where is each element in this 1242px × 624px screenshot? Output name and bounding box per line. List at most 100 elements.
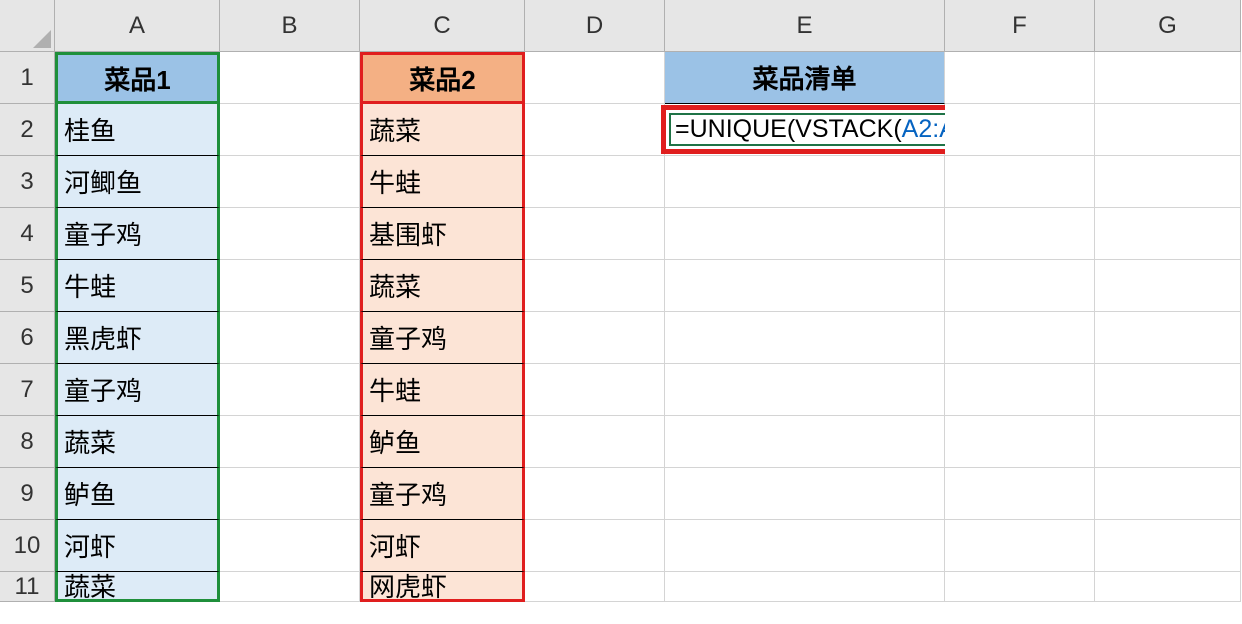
cell-C3[interactable]: 牛蛙 [360, 156, 525, 208]
cell-E9[interactable] [665, 468, 945, 520]
cell-E7[interactable] [665, 364, 945, 416]
colhead-C[interactable]: C [360, 0, 525, 52]
cell-D1[interactable] [525, 52, 665, 104]
cell-D3[interactable] [525, 156, 665, 208]
cell-A6[interactable]: 黑虎虾 [55, 312, 220, 364]
cell-G7[interactable] [1095, 364, 1241, 416]
cell-A1-header[interactable]: 菜品1 [55, 52, 220, 104]
cell-F7[interactable] [945, 364, 1095, 416]
cell-G4[interactable] [1095, 208, 1241, 260]
cell-D2[interactable] [525, 104, 665, 156]
cell-D10[interactable] [525, 520, 665, 572]
cell-F11[interactable] [945, 572, 1095, 602]
colhead-A[interactable]: A [55, 0, 220, 52]
formula-equals: = [675, 115, 690, 144]
cell-A4[interactable]: 童子鸡 [55, 208, 220, 260]
cell-F5[interactable] [945, 260, 1095, 312]
cell-E2-formula[interactable]: =UNIQUE(VSTACK(A2:A11,C2:C11)) [665, 104, 945, 156]
cell-E8[interactable] [665, 416, 945, 468]
cell-A7[interactable]: 童子鸡 [55, 364, 220, 416]
select-all-corner[interactable] [0, 0, 55, 52]
cell-F2[interactable] [945, 104, 1095, 156]
rowhead-2[interactable]: 2 [0, 104, 55, 156]
cell-E10[interactable] [665, 520, 945, 572]
cell-A2[interactable]: 桂鱼 [55, 104, 220, 156]
cell-E1-header[interactable]: 菜品清单 [665, 52, 945, 104]
cell-D5[interactable] [525, 260, 665, 312]
cell-F8[interactable] [945, 416, 1095, 468]
cell-E3[interactable] [665, 156, 945, 208]
cell-C9[interactable]: 童子鸡 [360, 468, 525, 520]
cell-B10[interactable] [220, 520, 360, 572]
rowhead-8[interactable]: 8 [0, 416, 55, 468]
cell-F1[interactable] [945, 52, 1095, 104]
cell-C4[interactable]: 基围虾 [360, 208, 525, 260]
cell-B7[interactable] [220, 364, 360, 416]
rowhead-3[interactable]: 3 [0, 156, 55, 208]
cell-E11[interactable] [665, 572, 945, 602]
cell-C2[interactable]: 蔬菜 [360, 104, 525, 156]
rowhead-5[interactable]: 5 [0, 260, 55, 312]
cell-C5[interactable]: 蔬菜 [360, 260, 525, 312]
cell-A10[interactable]: 河虾 [55, 520, 220, 572]
colhead-D[interactable]: D [525, 0, 665, 52]
cell-G11[interactable] [1095, 572, 1241, 602]
cell-G9[interactable] [1095, 468, 1241, 520]
cell-D9[interactable] [525, 468, 665, 520]
cell-A5[interactable]: 牛蛙 [55, 260, 220, 312]
cell-B1[interactable] [220, 52, 360, 104]
cell-B6[interactable] [220, 312, 360, 364]
cell-G5[interactable] [1095, 260, 1241, 312]
rowhead-1[interactable]: 1 [0, 52, 55, 104]
cell-G1[interactable] [1095, 52, 1241, 104]
cell-C7[interactable]: 牛蛙 [360, 364, 525, 416]
cell-B9[interactable] [220, 468, 360, 520]
cell-G10[interactable] [1095, 520, 1241, 572]
rowhead-7[interactable]: 7 [0, 364, 55, 416]
cell-E4[interactable] [665, 208, 945, 260]
colhead-B[interactable]: B [220, 0, 360, 52]
formula-fn-unique: UNIQUE [690, 115, 787, 144]
cell-A8[interactable]: 蔬菜 [55, 416, 220, 468]
cell-B11[interactable] [220, 572, 360, 602]
cell-A11[interactable]: 蔬菜 [55, 572, 220, 602]
cell-A3[interactable]: 河鲫鱼 [55, 156, 220, 208]
cell-D7[interactable] [525, 364, 665, 416]
rowhead-9[interactable]: 9 [0, 468, 55, 520]
rowhead-11[interactable]: 11 [0, 572, 55, 602]
colhead-G[interactable]: G [1095, 0, 1241, 52]
cell-E6[interactable] [665, 312, 945, 364]
cell-D4[interactable] [525, 208, 665, 260]
cell-B4[interactable] [220, 208, 360, 260]
cell-B3[interactable] [220, 156, 360, 208]
cell-G6[interactable] [1095, 312, 1241, 364]
cell-B8[interactable] [220, 416, 360, 468]
cell-D8[interactable] [525, 416, 665, 468]
cell-C6[interactable]: 童子鸡 [360, 312, 525, 364]
cell-G3[interactable] [1095, 156, 1241, 208]
cell-F6[interactable] [945, 312, 1095, 364]
cell-E5[interactable] [665, 260, 945, 312]
cell-C1-header[interactable]: 菜品2 [360, 52, 525, 104]
cell-F4[interactable] [945, 208, 1095, 260]
rowhead-10[interactable]: 10 [0, 520, 55, 572]
cell-B5[interactable] [220, 260, 360, 312]
colhead-F[interactable]: F [945, 0, 1095, 52]
cell-G2[interactable] [1095, 104, 1241, 156]
cell-C11[interactable]: 网虎虾 [360, 572, 525, 602]
rowhead-6[interactable]: 6 [0, 312, 55, 364]
cell-C8[interactable]: 鲈鱼 [360, 416, 525, 468]
cell-G8[interactable] [1095, 416, 1241, 468]
cell-A9[interactable]: 鲈鱼 [55, 468, 220, 520]
spreadsheet-grid[interactable]: A B C D E F G 1 菜品1 菜品2 菜品清单 2 桂鱼 蔬菜 =UN… [0, 0, 1242, 624]
colhead-E[interactable]: E [665, 0, 945, 52]
cell-F9[interactable] [945, 468, 1095, 520]
cell-F10[interactable] [945, 520, 1095, 572]
cell-F3[interactable] [945, 156, 1095, 208]
cell-D11[interactable] [525, 572, 665, 602]
cell-B2[interactable] [220, 104, 360, 156]
formula-open1: ( [787, 115, 795, 144]
cell-C10[interactable]: 河虾 [360, 520, 525, 572]
rowhead-4[interactable]: 4 [0, 208, 55, 260]
cell-D6[interactable] [525, 312, 665, 364]
